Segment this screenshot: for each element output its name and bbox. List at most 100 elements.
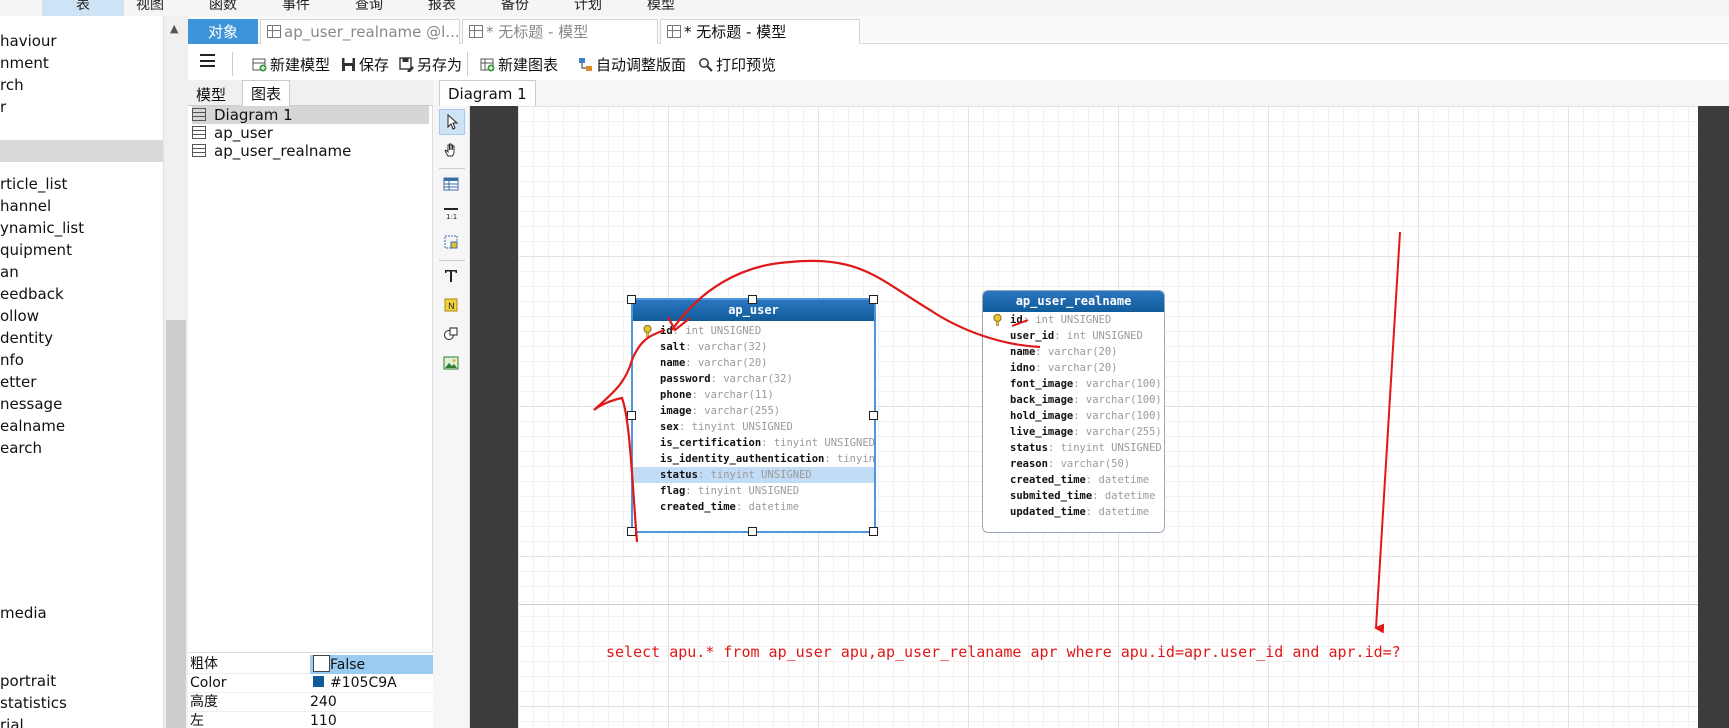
entity-field-row[interactable]: is_identity_authentication: tinyint bbox=[633, 451, 874, 467]
entity-field-row[interactable]: name: varchar(20) bbox=[983, 344, 1164, 360]
image-tool[interactable] bbox=[439, 351, 465, 377]
entity-field-row[interactable]: user_id: int UNSIGNED bbox=[983, 328, 1164, 344]
checkbox[interactable] bbox=[313, 655, 330, 672]
list-item[interactable]: earch bbox=[0, 437, 42, 459]
property-row-height[interactable]: 高度 240 bbox=[188, 693, 433, 712]
hand-tool[interactable] bbox=[439, 138, 465, 164]
relation-tool[interactable]: 1:1 bbox=[439, 201, 465, 227]
tab-objects[interactable]: 对象 bbox=[188, 19, 258, 44]
layer-tool[interactable] bbox=[439, 230, 465, 256]
tree-item-ap-user-realname[interactable]: ap_user_realname bbox=[192, 142, 429, 160]
list-item[interactable]: etter bbox=[0, 371, 36, 393]
list-item[interactable]: dentity bbox=[0, 327, 53, 349]
menu-report[interactable]: 报表 bbox=[428, 0, 456, 16]
entity-field-row[interactable]: name: varchar(20) bbox=[633, 355, 874, 371]
resize-handle[interactable] bbox=[869, 527, 878, 536]
list-item[interactable]: media bbox=[0, 602, 47, 624]
entity-field-row[interactable]: back_image: varchar(100) bbox=[983, 392, 1164, 408]
menu-function[interactable]: 函数 bbox=[209, 0, 237, 16]
entity-field-row[interactable]: image: varchar(255) bbox=[633, 403, 874, 419]
resize-handle[interactable] bbox=[748, 295, 757, 304]
pointer-tool[interactable] bbox=[439, 109, 465, 135]
list-item[interactable]: rial bbox=[0, 714, 24, 728]
auto-layout-button[interactable]: 自动调整版面 bbox=[578, 54, 686, 76]
tab-model[interactable]: 模型 bbox=[188, 82, 234, 108]
menu-event[interactable]: 事件 bbox=[282, 0, 310, 16]
list-item[interactable]: ealname bbox=[0, 415, 65, 437]
resize-handle[interactable] bbox=[627, 527, 636, 536]
property-row-left[interactable]: 左 110 bbox=[188, 712, 433, 728]
entity-field-row[interactable]: flag: tinyint UNSIGNED bbox=[633, 483, 874, 499]
tab-ap-user-realname[interactable]: ap_user_realname @l... bbox=[260, 19, 460, 44]
list-item[interactable]: rticle_list bbox=[0, 173, 67, 195]
list-item[interactable]: ynamic_list bbox=[0, 217, 84, 239]
scrollbar-thumb[interactable] bbox=[166, 320, 186, 728]
menu-view[interactable]: 视图 bbox=[136, 0, 164, 16]
note-tool[interactable]: N bbox=[439, 293, 465, 319]
list-item[interactable]: an bbox=[0, 261, 19, 283]
resize-handle[interactable] bbox=[748, 527, 757, 536]
list-item[interactable]: nment bbox=[0, 52, 49, 74]
menu-backup[interactable]: 备份 bbox=[501, 0, 529, 16]
save-button[interactable]: 保存 bbox=[341, 54, 389, 76]
entity-field-row[interactable]: hold_image: varchar(100) bbox=[983, 408, 1164, 424]
object-list-scrollbar[interactable]: ▲ bbox=[163, 16, 188, 728]
tree-item-diagram[interactable]: Diagram 1 bbox=[192, 106, 429, 124]
entity-field-row[interactable]: is_certification: tinyint UNSIGNED bbox=[633, 435, 874, 451]
list-item[interactable]: haviour bbox=[0, 30, 57, 52]
entity-field-row[interactable]: submited_time: datetime bbox=[983, 488, 1164, 504]
entity-field-row[interactable]: status: tinyint UNSIGNED bbox=[633, 467, 874, 483]
tab-chart[interactable]: 图表 bbox=[242, 80, 291, 106]
property-row-color[interactable]: Color #105C9A bbox=[188, 674, 433, 693]
save-as-button[interactable]: 另存为 bbox=[399, 54, 462, 76]
entity-field-row[interactable]: password: varchar(32) bbox=[633, 371, 874, 387]
list-item[interactable]: rch bbox=[0, 74, 24, 96]
list-item[interactable]: nfo bbox=[0, 349, 24, 371]
property-value[interactable]: #105C9A bbox=[310, 674, 397, 693]
resize-handle[interactable] bbox=[627, 411, 636, 420]
list-item[interactable]: r bbox=[0, 96, 6, 118]
entity-field-row[interactable]: created_time: datetime bbox=[633, 499, 874, 515]
new-model-button[interactable]: 新建模型 bbox=[252, 54, 330, 76]
list-item[interactable]: eedback bbox=[0, 283, 64, 305]
tab-untitled-model-active[interactable]: * 无标题 - 模型 bbox=[660, 19, 860, 44]
shape-tool[interactable] bbox=[439, 322, 465, 348]
table-tool[interactable] bbox=[439, 172, 465, 198]
menu-icon[interactable] bbox=[200, 54, 215, 67]
entity-field-row[interactable]: phone: varchar(11) bbox=[633, 387, 874, 403]
entity-field-row[interactable]: salt: varchar(32) bbox=[633, 339, 874, 355]
entity-field-row[interactable]: created_time: datetime bbox=[983, 472, 1164, 488]
property-value[interactable]: 110 bbox=[310, 712, 337, 728]
tab-diagram-1[interactable]: Diagram 1 bbox=[439, 80, 536, 106]
menu-table[interactable]: 表 bbox=[42, 0, 124, 16]
new-chart-button[interactable]: 新建图表 bbox=[480, 54, 558, 76]
list-item[interactable]: portrait bbox=[0, 670, 56, 692]
entity-field-row[interactable]: status: tinyint UNSIGNED bbox=[983, 440, 1164, 456]
list-item[interactable]: statistics bbox=[0, 692, 67, 714]
tab-untitled-model[interactable]: * 无标题 - 模型 bbox=[462, 19, 658, 44]
list-item[interactable]: nessage bbox=[0, 393, 62, 415]
menu-schedule[interactable]: 计划 bbox=[574, 0, 602, 16]
property-row-bold[interactable]: 粗体 False bbox=[188, 655, 433, 674]
entity-ap-user-realname[interactable]: ap_user_realname id: int UNSIGNED user_id… bbox=[982, 290, 1165, 533]
resize-handle[interactable] bbox=[627, 295, 636, 304]
print-preview-button[interactable]: 打印预览 bbox=[698, 54, 776, 76]
property-value[interactable]: 240 bbox=[310, 693, 337, 712]
entity-field-row[interactable]: reason: varchar(50) bbox=[983, 456, 1164, 472]
entity-field-row[interactable]: font_image: varchar(100) bbox=[983, 376, 1164, 392]
list-item[interactable]: quipment bbox=[0, 239, 72, 261]
menu-model[interactable]: 模型 bbox=[647, 0, 675, 16]
resize-handle[interactable] bbox=[869, 411, 878, 420]
list-item[interactable]: hannel bbox=[0, 195, 51, 217]
tree-item-ap-user[interactable]: ap_user bbox=[192, 124, 429, 142]
property-value[interactable]: False bbox=[310, 655, 433, 674]
chevron-up-icon[interactable]: ▲ bbox=[170, 22, 178, 35]
entity-field-row[interactable]: id: int UNSIGNED bbox=[983, 312, 1164, 328]
menu-query[interactable]: 查询 bbox=[355, 0, 383, 16]
text-tool[interactable] bbox=[439, 264, 465, 290]
list-item[interactable]: ollow bbox=[0, 305, 39, 327]
entity-field-row[interactable]: live_image: varchar(255) bbox=[983, 424, 1164, 440]
entity-ap-user[interactable]: ap_user id: int UNSIGNED salt: varchar(32… bbox=[631, 298, 876, 533]
entity-field-row[interactable]: id: int UNSIGNED bbox=[633, 323, 874, 339]
entity-field-row[interactable]: updated_time: datetime bbox=[983, 504, 1164, 520]
